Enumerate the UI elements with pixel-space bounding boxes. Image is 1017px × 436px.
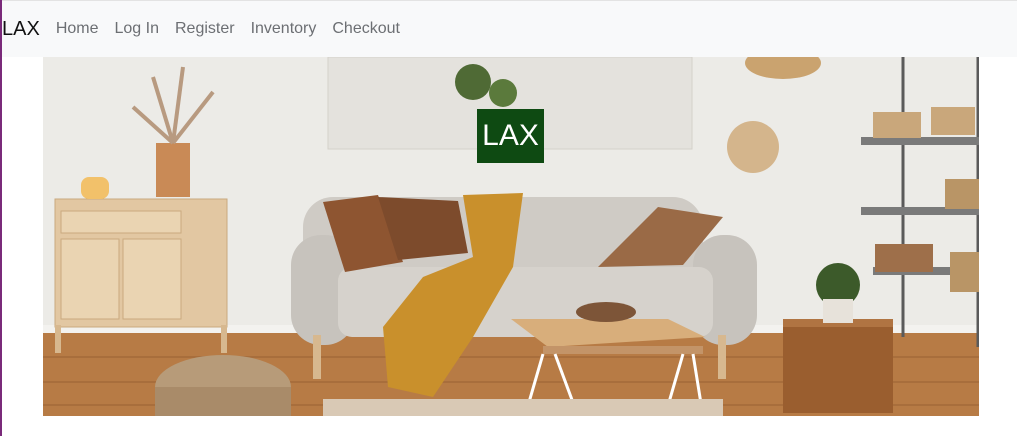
hero-logo-badge: LAX [477,109,544,163]
nav-link-register[interactable]: Register [175,20,235,38]
nav-link-inventory[interactable]: Inventory [251,20,317,38]
nav-link-home[interactable]: Home [56,20,99,38]
nav-link-checkout[interactable]: Checkout [332,20,400,38]
top-navbar: LAX Home Log In Register Inventory Check… [2,0,1017,57]
hero-banner: LAX [43,57,979,416]
page-left-border [0,0,2,436]
navbar-brand[interactable]: LAX [2,18,40,41]
nav-link-login[interactable]: Log In [115,20,159,38]
